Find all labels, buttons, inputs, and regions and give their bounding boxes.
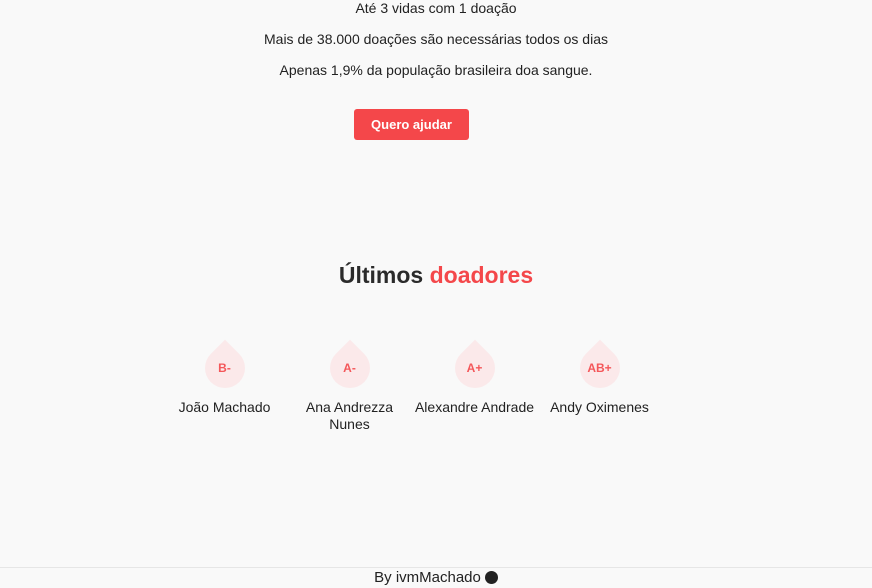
blood-drop-icon: B- — [196, 339, 253, 397]
blood-drop-icon: A+ — [446, 339, 503, 397]
blood-type: A+ — [466, 361, 483, 375]
stat-donations-needed: Mais de 38.000 doações são necessárias t… — [264, 31, 608, 47]
donor-name: João Machado — [178, 399, 271, 415]
quero-ajudar-button[interactable]: Quero ajudar — [354, 109, 469, 140]
stat-lives: Até 3 vidas com 1 doação — [355, 0, 517, 16]
footer: By ivmMachado — [0, 567, 872, 586]
donor-name: Alexandre Andrade — [414, 399, 535, 415]
stat-population: Apenas 1,9% da população brasileira doa … — [279, 62, 593, 78]
donor-name: Andy Oximenes — [550, 399, 649, 415]
blood-type: B- — [218, 361, 231, 375]
footer-credit: By ivmMachado — [374, 569, 481, 586]
blood-drop-icon: AB+ — [571, 339, 628, 397]
section-title: Últimos doadores — [0, 262, 872, 289]
title-plain: Últimos — [338, 262, 424, 288]
blood-type: A- — [343, 361, 356, 375]
title-highlight: doadores — [429, 262, 534, 288]
donor-card: A- Ana Andrezza Nunes — [287, 339, 412, 433]
blood-drop-icon: A- — [321, 339, 378, 397]
donor-card: A+ Alexandre Andrade — [412, 339, 537, 416]
blood-type: AB+ — [587, 361, 612, 375]
donor-name: Ana Andrezza Nunes — [305, 399, 394, 432]
github-icon[interactable] — [484, 571, 498, 584]
donor-card: AB+ Andy Oximenes — [537, 339, 662, 416]
donor-card: B- João Machado — [162, 339, 287, 416]
